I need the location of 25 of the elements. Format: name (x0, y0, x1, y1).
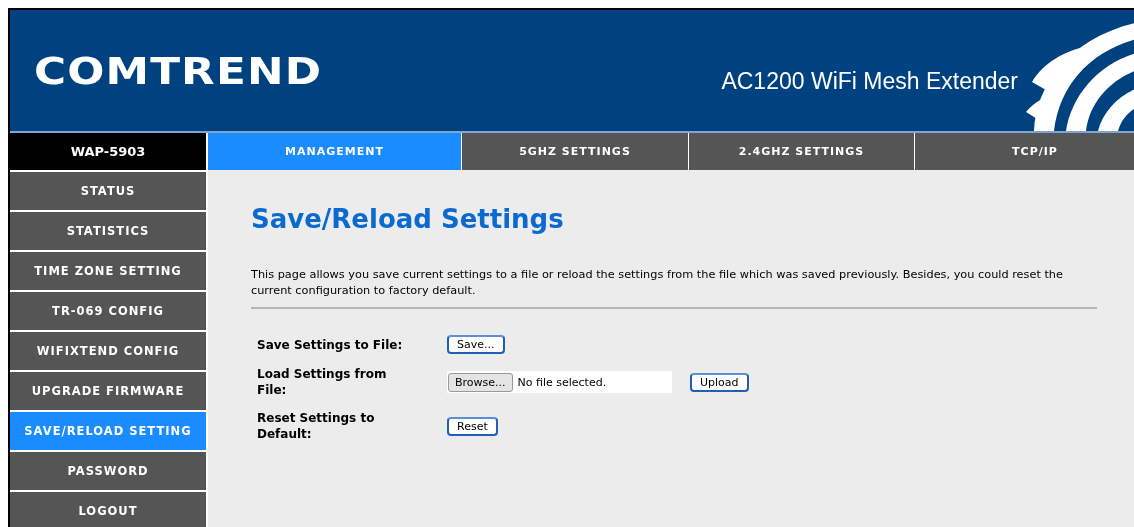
sidebar-item[interactable]: LOGOUT (10, 492, 206, 527)
field-label: Reset Settings to Default: (257, 410, 376, 442)
browse-button[interactable]: Browse... (448, 372, 513, 392)
field-label: Save Settings to File: (257, 336, 404, 353)
brand-logo: COMTREND (34, 48, 323, 93)
page-title: Save/Reload Settings (251, 204, 564, 234)
sidebar-item[interactable]: TR-069 CONFIG (10, 292, 206, 330)
file-status: No file selected. (517, 375, 607, 389)
nav-tab[interactable]: 2.4GHZ SETTINGS (689, 133, 914, 170)
sidebar-item[interactable]: TIME ZONE SETTING (10, 252, 206, 290)
nav-tab[interactable]: TCP/IP (915, 133, 1134, 170)
action-button[interactable]: Save... (447, 335, 505, 354)
sidebar-item[interactable]: PASSWORD (10, 452, 206, 490)
file-input[interactable]: Browse... No file selected. (447, 371, 672, 393)
sidebar-item[interactable]: UPGRADE FIRMWARE (10, 372, 206, 410)
model-label: WAP-5903 (10, 133, 206, 170)
sidebar-item[interactable]: STATISTICS (10, 212, 206, 250)
nav-tab[interactable]: 5GHZ SETTINGS (462, 133, 688, 170)
upload-button[interactable]: Upload (690, 372, 749, 392)
sidebar-item[interactable]: STATUS (10, 172, 206, 210)
field-label: Load Settings from File: (257, 366, 388, 398)
action-button[interactable]: Reset (447, 416, 498, 436)
page-description: This page allows you save current settings to a file or reload the settings from the file which was saved previously. Besides, you could reset the current configuration to factory default. (251, 267, 1064, 299)
sidebar-item[interactable]: WIFIXTEND CONFIG (10, 332, 206, 370)
product-name: AC1200 WiFi Mesh Extender (721, 68, 1018, 95)
